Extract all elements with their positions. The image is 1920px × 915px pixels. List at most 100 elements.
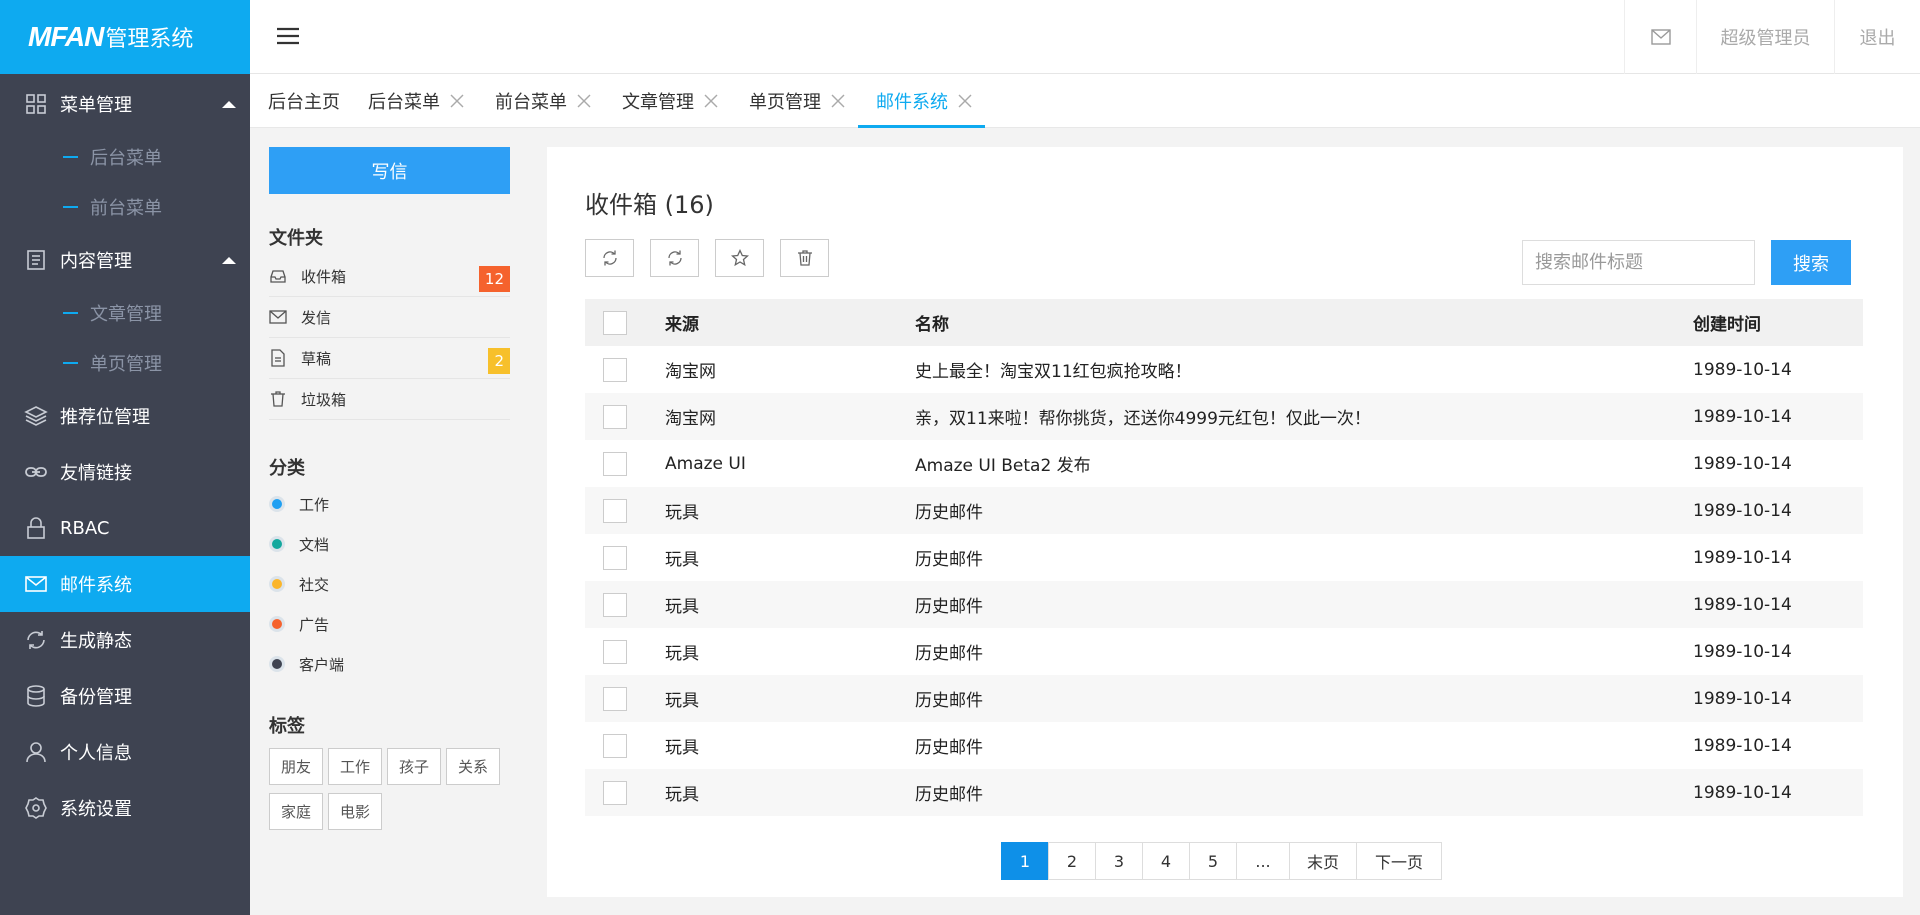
- hamburger-menu-icon[interactable]: [276, 24, 300, 48]
- category-work[interactable]: 工作: [269, 484, 510, 524]
- tab-backend-menu[interactable]: 后台菜单: [350, 74, 477, 128]
- tag-item[interactable]: 孩子: [387, 748, 442, 785]
- cell-name[interactable]: 亲，双11来啦！帮你挑货，还送你4999元红包！仅此一次！: [915, 393, 1693, 440]
- page-button[interactable]: 5: [1189, 842, 1237, 880]
- table-row[interactable]: 淘宝网 史上最全！淘宝双11红包疯抢攻略！ 1989-10-14: [585, 346, 1863, 393]
- tab-mail-system[interactable]: 邮件系统: [858, 74, 985, 128]
- close-icon[interactable]: [958, 94, 972, 108]
- cell-name[interactable]: 历史邮件: [915, 722, 1693, 769]
- page-button[interactable]: 4: [1142, 842, 1190, 880]
- table-row[interactable]: 玩具 历史邮件 1989-10-14: [585, 769, 1863, 816]
- category-client[interactable]: 客户端: [269, 644, 510, 684]
- sidebar-item-static[interactable]: 生成静态: [0, 612, 250, 668]
- folder-drafts[interactable]: 草稿 2: [269, 338, 510, 379]
- sidebar-item-menu-management[interactable]: 菜单管理: [0, 76, 250, 132]
- cell-name[interactable]: Amaze UI Beta2 发布: [915, 440, 1693, 487]
- tag-item[interactable]: 关系: [446, 748, 501, 785]
- category-label: 客户端: [299, 655, 345, 674]
- cell-name[interactable]: 历史邮件: [915, 628, 1693, 675]
- cell-name[interactable]: 史上最全！淘宝双11红包疯抢攻略！: [915, 346, 1693, 393]
- delete-button[interactable]: [780, 239, 829, 277]
- select-all-checkbox[interactable]: [603, 310, 627, 335]
- sidebar-item-settings[interactable]: 系统设置: [0, 780, 250, 836]
- tab-frontend-menu[interactable]: 前台菜单: [477, 74, 604, 128]
- sidebar-subitem-label: 文章管理: [90, 304, 162, 325]
- category-ads[interactable]: 广告: [269, 604, 510, 644]
- tag-item[interactable]: 家庭: [269, 793, 324, 830]
- sidebar-subitem-backend-menu[interactable]: 后台菜单: [0, 132, 250, 182]
- row-checkbox[interactable]: [603, 686, 627, 711]
- row-checkbox[interactable]: [603, 733, 627, 758]
- sidebar-item-links[interactable]: 友情链接: [0, 444, 250, 500]
- table-row[interactable]: 玩具 历史邮件 1989-10-14: [585, 722, 1863, 769]
- sidebar-item-recommend[interactable]: 推荐位管理: [0, 388, 250, 444]
- cell-name[interactable]: 历史邮件: [915, 487, 1693, 534]
- next-page-button[interactable]: 下一页: [1356, 842, 1442, 880]
- table-row[interactable]: 玩具 历史邮件 1989-10-14: [585, 487, 1863, 534]
- row-checkbox[interactable]: [603, 451, 627, 476]
- close-icon[interactable]: [577, 94, 591, 108]
- row-checkbox[interactable]: [603, 545, 627, 570]
- tab-label: 后台菜单: [368, 92, 440, 113]
- table-row[interactable]: 玩具 历史邮件 1989-10-14: [585, 675, 1863, 722]
- folder-inbox[interactable]: 收件箱 12: [269, 256, 510, 297]
- tag-item[interactable]: 工作: [328, 748, 383, 785]
- row-checkbox[interactable]: [603, 404, 627, 429]
- row-checkbox[interactable]: [603, 780, 627, 805]
- cell-name[interactable]: 历史邮件: [915, 769, 1693, 816]
- sidebar-item-profile[interactable]: 个人信息: [0, 724, 250, 780]
- row-checkbox[interactable]: [603, 639, 627, 664]
- tag-item[interactable]: 朋友: [269, 748, 324, 785]
- sync-icon: [667, 250, 682, 266]
- table-row[interactable]: 淘宝网 亲，双11来啦！帮你挑货，还送你4999元红包！仅此一次！ 1989-1…: [585, 393, 1863, 440]
- header-user-button[interactable]: 超级管理员: [1696, 0, 1834, 74]
- last-page-button[interactable]: 末页: [1289, 842, 1357, 880]
- row-checkbox[interactable]: [603, 498, 627, 523]
- sidebar-subitem-page-management[interactable]: 单页管理: [0, 338, 250, 388]
- star-button[interactable]: [715, 239, 764, 277]
- cell-name[interactable]: 历史邮件: [915, 534, 1693, 581]
- sidebar-item-mail[interactable]: 邮件系统: [0, 556, 250, 612]
- sync-button[interactable]: [650, 239, 699, 277]
- compose-button[interactable]: 写信: [269, 147, 510, 194]
- sidebar-subitem-frontend-menu[interactable]: 前台菜单: [0, 182, 250, 232]
- tab-article-management[interactable]: 文章管理: [604, 74, 731, 128]
- search-button[interactable]: 搜索: [1771, 240, 1851, 285]
- category-docs[interactable]: 文档: [269, 524, 510, 564]
- sidebar-item-label: 推荐位管理: [60, 407, 150, 428]
- table-row[interactable]: 玩具 历史邮件 1989-10-14: [585, 581, 1863, 628]
- row-checkbox[interactable]: [603, 592, 627, 617]
- close-icon[interactable]: [831, 94, 845, 108]
- folder-trash[interactable]: 垃圾箱: [269, 379, 510, 420]
- close-icon[interactable]: [450, 94, 464, 108]
- table-row[interactable]: 玩具 历史邮件 1989-10-14: [585, 534, 1863, 581]
- sidebar-item-backup[interactable]: 备份管理: [0, 668, 250, 724]
- sidebar-item-rbac[interactable]: RBAC: [0, 500, 250, 556]
- sidebar-item-label: 备份管理: [60, 687, 132, 708]
- sidebar-subitem-article-management[interactable]: 文章管理: [0, 288, 250, 338]
- cell-name[interactable]: 历史邮件: [915, 675, 1693, 722]
- table-header-row: 来源 名称 创建时间: [585, 299, 1863, 346]
- page-button[interactable]: 3: [1095, 842, 1143, 880]
- row-checkbox[interactable]: [603, 357, 627, 382]
- table-row[interactable]: 玩具 历史邮件 1989-10-14: [585, 628, 1863, 675]
- table-row[interactable]: Amaze UI Amaze UI Beta2 发布 1989-10-14: [585, 440, 1863, 487]
- logout-button[interactable]: 退出: [1834, 0, 1920, 74]
- header-mail-button[interactable]: [1624, 0, 1696, 74]
- tab-page-management[interactable]: 单页管理: [731, 74, 858, 128]
- logo[interactable]: MFAN 管理系统: [0, 0, 250, 74]
- tag-item[interactable]: 电影: [328, 793, 383, 830]
- page-button[interactable]: 1: [1001, 842, 1049, 880]
- drafts-count-badge: 2: [488, 348, 510, 374]
- search-input[interactable]: [1522, 240, 1755, 285]
- sidebar-item-content-management[interactable]: 内容管理: [0, 232, 250, 288]
- category-social[interactable]: 社交: [269, 564, 510, 604]
- mail-icon: [25, 576, 47, 592]
- refresh-button[interactable]: [585, 239, 634, 277]
- folder-sent[interactable]: 发信: [269, 297, 510, 338]
- page-button[interactable]: 2: [1048, 842, 1096, 880]
- cell-name[interactable]: 历史邮件: [915, 581, 1693, 628]
- close-icon[interactable]: [704, 94, 718, 108]
- tag-list: 朋友 工作 孩子 关系 家庭 电影: [269, 748, 510, 838]
- tab-home[interactable]: 后台主页: [250, 74, 350, 128]
